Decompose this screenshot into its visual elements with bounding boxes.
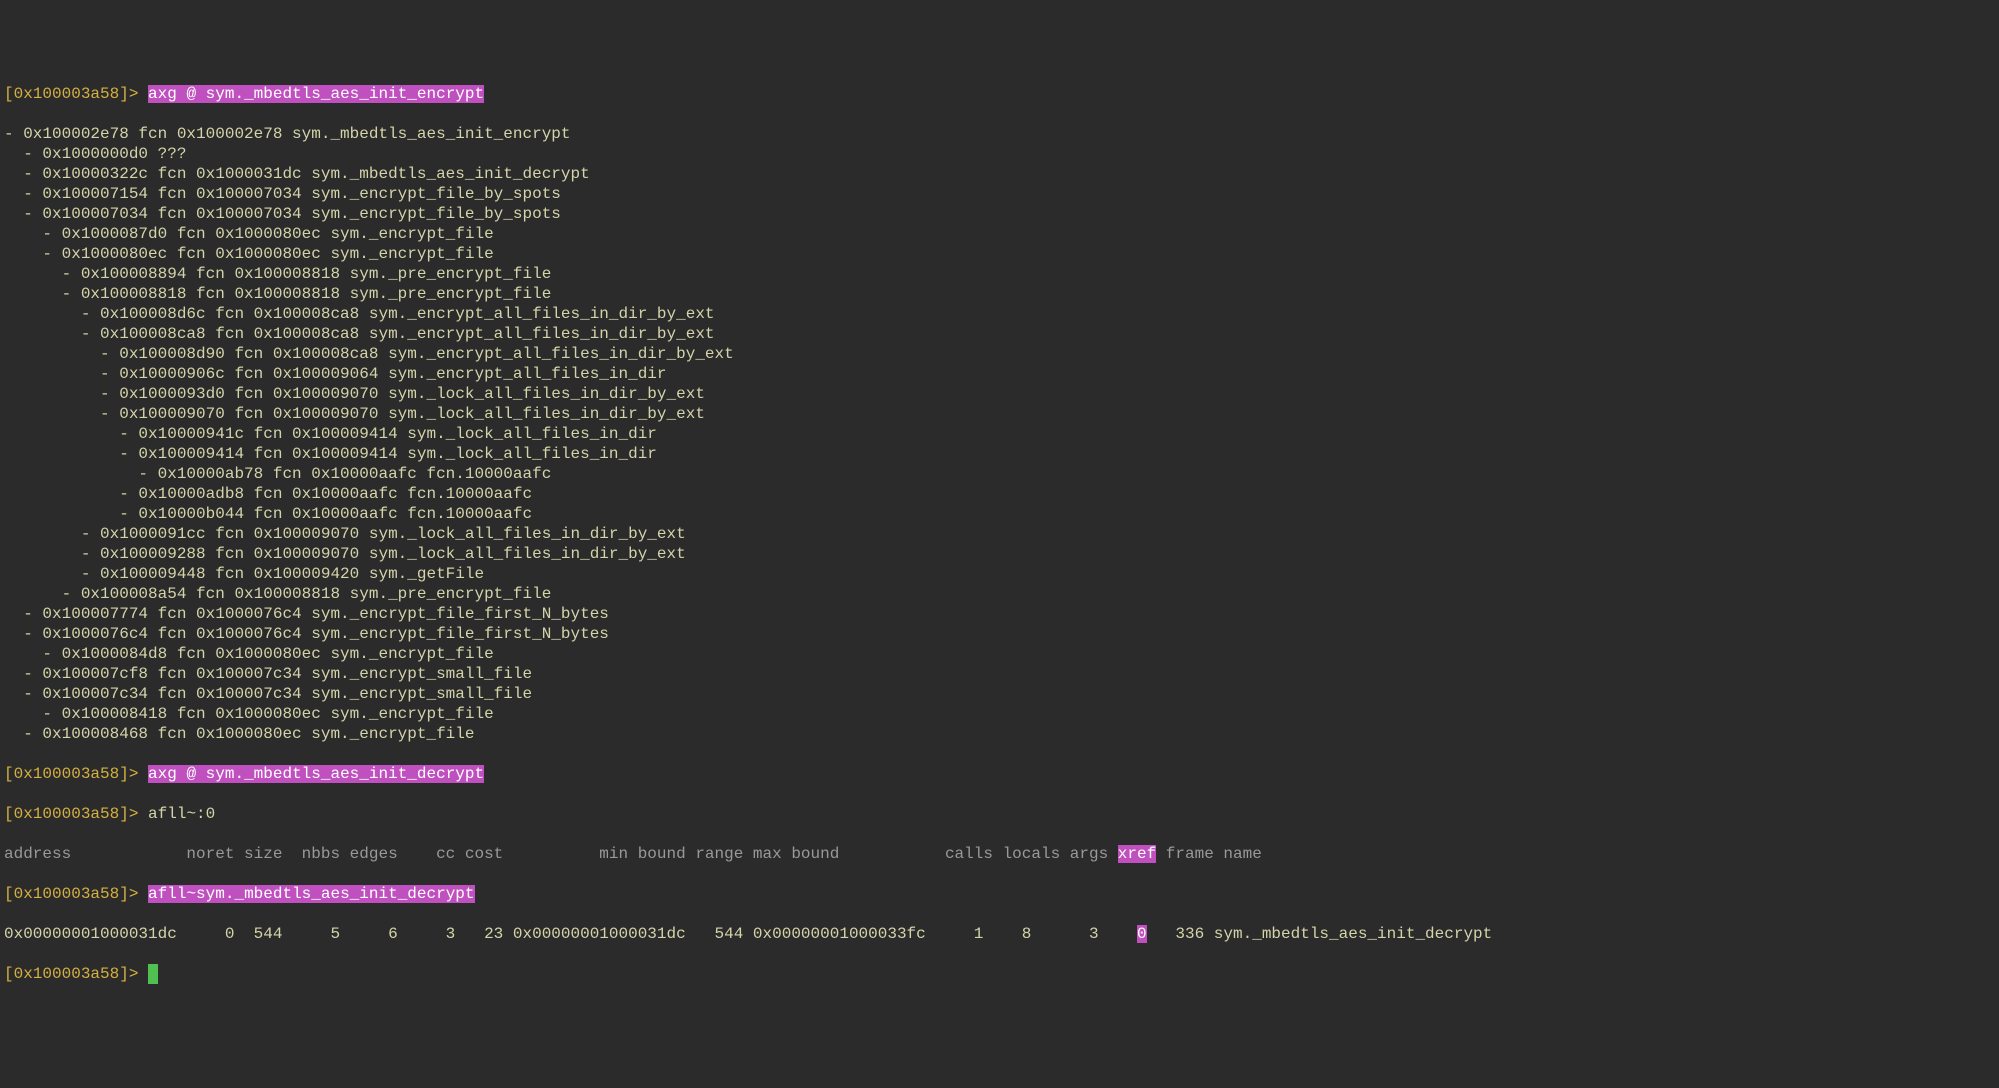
tree-line: - 0x100008ca8 fcn 0x100008ca8 sym._encry…: [4, 324, 1995, 344]
prompt-gt: >: [129, 885, 139, 903]
xref-count-hl: 0: [1137, 925, 1147, 943]
command-4[interactable]: afll~sym._mbedtls_aes_init_decrypt: [148, 885, 474, 903]
prompt-line-4: [0x100003a58]> afll~sym._mbedtls_aes_ini…: [4, 884, 1995, 904]
tree-line: - 0x100007774 fcn 0x1000076c4 sym._encry…: [4, 604, 1995, 624]
tree-line: - 0x100007154 fcn 0x100007034 sym._encry…: [4, 184, 1995, 204]
tree-line: - 0x1000080ec fcn 0x1000080ec sym._encry…: [4, 244, 1995, 264]
prompt-addr: [0x100003a58]: [4, 965, 129, 983]
tree-line: - 0x1000076c4 fcn 0x1000076c4 sym._encry…: [4, 624, 1995, 644]
command-2[interactable]: axg @ sym._mbedtls_aes_init_decrypt: [148, 765, 484, 783]
prompt-line-1: [0x100003a58]> axg @ sym._mbedtls_aes_in…: [4, 84, 1995, 104]
prompt-gt: >: [129, 85, 139, 103]
command-3[interactable]: afll~:0: [148, 805, 215, 823]
prompt-gt: >: [129, 965, 139, 983]
tree-line: - 0x100007c34 fcn 0x100007c34 sym._encry…: [4, 684, 1995, 704]
tree-line: - 0x1000093d0 fcn 0x100009070 sym._lock_…: [4, 384, 1995, 404]
tree-line: - 0x100008d6c fcn 0x100008ca8 sym._encry…: [4, 304, 1995, 324]
prompt-line-2: [0x100003a58]> axg @ sym._mbedtls_aes_in…: [4, 764, 1995, 784]
prompt-addr: [0x100003a58]: [4, 805, 129, 823]
tree-line: - 0x10000b044 fcn 0x10000aafc fcn.10000a…: [4, 504, 1995, 524]
cursor-icon: [148, 964, 158, 984]
tree-line: - 0x100007034 fcn 0x100007034 sym._encry…: [4, 204, 1995, 224]
tree-line: - 0x100008d90 fcn 0x100008ca8 sym._encry…: [4, 344, 1995, 364]
tree-line: - 0x100008818 fcn 0x100008818 sym._pre_e…: [4, 284, 1995, 304]
prompt-addr: [0x100003a58]: [4, 885, 129, 903]
afll-data-row: 0x00000001000031dc 0 544 5 6 3 23 0x0000…: [4, 924, 1995, 944]
afll-header: address noret size nbbs edges cc cost mi…: [4, 844, 1995, 864]
tree-line: - 0x100008468 fcn 0x1000080ec sym._encry…: [4, 724, 1995, 744]
prompt-addr: [0x100003a58]: [4, 765, 129, 783]
tree-line: - 0x1000000d0 ???: [4, 144, 1995, 164]
command-1[interactable]: axg @ sym._mbedtls_aes_init_encrypt: [148, 85, 484, 103]
prompt-line-3: [0x100003a58]> afll~:0: [4, 804, 1995, 824]
tree-line: - 0x100007cf8 fcn 0x100007c34 sym._encry…: [4, 664, 1995, 684]
tree-line: - 0x100009288 fcn 0x100009070 sym._lock_…: [4, 544, 1995, 564]
prompt-gt: >: [129, 765, 139, 783]
tree-line: - 0x10000941c fcn 0x100009414 sym._lock_…: [4, 424, 1995, 444]
tree-line: - 0x100009414 fcn 0x100009414 sym._lock_…: [4, 444, 1995, 464]
tree-line: - 0x1000084d8 fcn 0x1000080ec sym._encry…: [4, 644, 1995, 664]
prompt-gt: >: [129, 805, 139, 823]
tree-line: - 0x10000adb8 fcn 0x10000aafc fcn.10000a…: [4, 484, 1995, 504]
prompt-line-5[interactable]: [0x100003a58]>: [4, 964, 1995, 984]
prompt-addr: [0x100003a58]: [4, 85, 129, 103]
tree-line: - 0x1000087d0 fcn 0x1000080ec sym._encry…: [4, 224, 1995, 244]
tree-line: - 0x100008418 fcn 0x1000080ec sym._encry…: [4, 704, 1995, 724]
tree-line: - 0x10000ab78 fcn 0x10000aafc fcn.10000a…: [4, 464, 1995, 484]
tree-line: - 0x10000322c fcn 0x1000031dc sym._mbedt…: [4, 164, 1995, 184]
xref-tree: - 0x100002e78 fcn 0x100002e78 sym._mbedt…: [4, 124, 1995, 744]
tree-line: - 0x100008a54 fcn 0x100008818 sym._pre_e…: [4, 584, 1995, 604]
tree-line: - 0x100009070 fcn 0x100009070 sym._lock_…: [4, 404, 1995, 424]
tree-line: - 0x100008894 fcn 0x100008818 sym._pre_e…: [4, 264, 1995, 284]
tree-line: - 0x1000091cc fcn 0x100009070 sym._lock_…: [4, 524, 1995, 544]
xref-header-hl: xref: [1118, 845, 1156, 863]
tree-line: - 0x100002e78 fcn 0x100002e78 sym._mbedt…: [4, 124, 1995, 144]
tree-line: - 0x10000906c fcn 0x100009064 sym._encry…: [4, 364, 1995, 384]
tree-line: - 0x100009448 fcn 0x100009420 sym._getFi…: [4, 564, 1995, 584]
